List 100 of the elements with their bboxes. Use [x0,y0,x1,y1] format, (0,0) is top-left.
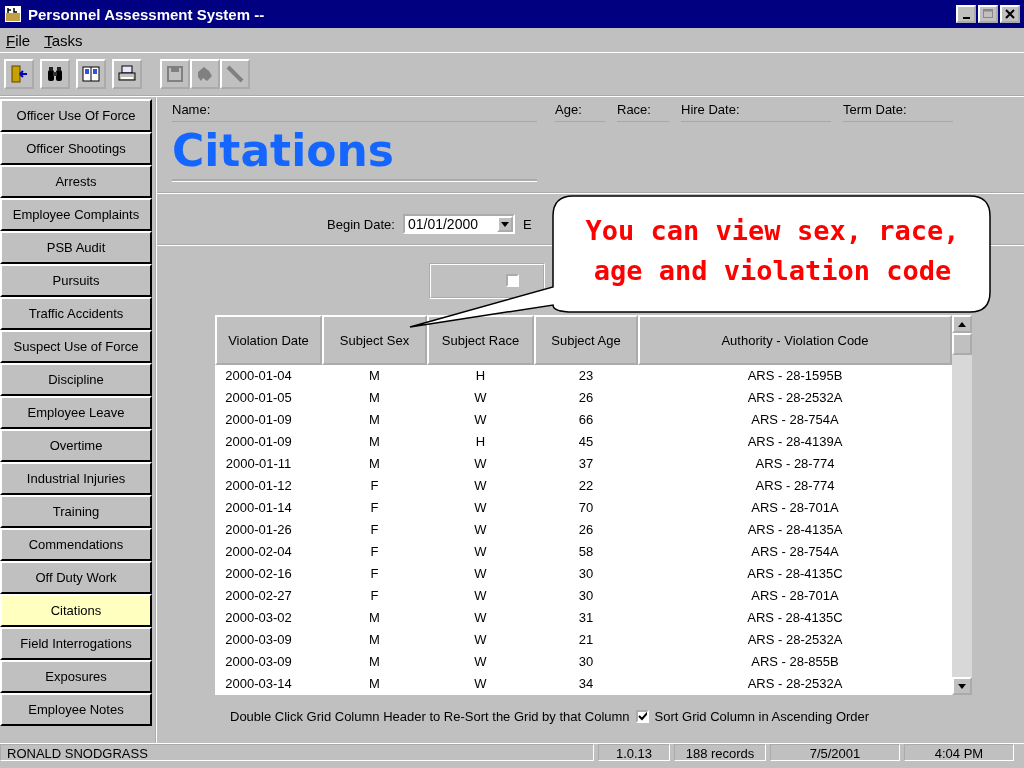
sidebar-button[interactable]: Employee Notes [0,693,152,726]
table-cell: H [427,431,534,453]
close-button[interactable] [1000,5,1020,23]
sidebar-button[interactable]: Training [0,495,152,528]
sidebar-button[interactable]: Exposures [0,660,152,693]
table-cell: ARS - 28-2532A [638,629,952,651]
sidebar-button[interactable]: Officer Use Of Force [0,99,152,132]
field-label: Name: [172,102,211,117]
status-panel: 4:04 PM [904,744,1014,761]
field-label: Race: [617,102,651,117]
sidebar-button[interactable]: Arrests [0,165,152,198]
sidebar-button[interactable]: Officer Shootings [0,132,152,165]
table-cell: ARS - 28-701A [638,585,952,607]
callout-text: You can view sex, race, age and violation code [584,214,961,288]
table-cell: ARS - 28-4135C [638,607,952,629]
table-cell: F [322,497,427,519]
menu-item[interactable]: File [6,31,31,49]
sidebar-button[interactable]: Traffic Accidents [0,297,152,330]
scroll-down-button[interactable] [952,677,972,695]
sidebar-button[interactable]: PSB Audit [0,231,152,264]
table-cell: M [322,409,427,431]
table-cell: M [322,387,427,409]
table-cell: 2000-01-26 [215,519,322,541]
sidebar-button[interactable]: Suspect Use of Force [0,330,152,363]
toolbar-button[interactable] [76,59,106,89]
scroll-thumb[interactable] [952,333,972,355]
status-panel: 7/5/2001 [770,744,900,761]
sort-hint-text: Double Click Grid Column Header to Re-Sort the Grid by that Column [230,709,630,724]
scroll-up-button[interactable] [952,315,972,333]
checkmark-icon [637,711,647,722]
sort-checkbox[interactable] [635,710,649,723]
column-header[interactable]: Authority - Violation Code [638,315,952,365]
sidebar-button[interactable]: Field Interrogations [0,627,152,660]
toolbar-button[interactable] [4,59,34,89]
sidebar-button[interactable]: Employee Complaints [0,198,152,231]
sidebar-button[interactable]: Pursuits [0,264,152,297]
column-header[interactable]: Subject Age [534,315,638,365]
printer-icon [117,64,137,84]
sidebar-button[interactable]: Discipline [0,363,152,396]
minimize-button[interactable] [956,5,976,23]
column-header[interactable]: Violation Date [215,315,322,365]
table-cell: ARS - 28-855B [638,651,952,673]
sidebar-button[interactable]: Overtime [0,429,152,462]
sidebar-button[interactable]: Off Duty Work [0,561,152,594]
table-cell: W [427,541,534,563]
table-cell: 30 [534,651,638,673]
toolbar-button[interactable] [40,59,70,89]
table-cell: ARS - 28-4139A [638,431,952,453]
table-cell: ARS - 28-4135A [638,519,952,541]
table-cell: M [322,651,427,673]
begin-date-label: Begin Date: [327,216,395,232]
table-cell: 31 [534,607,638,629]
table-cell: W [427,629,534,651]
field-label: Hire Date: [681,102,740,117]
table-cell: 23 [534,365,638,387]
status-panel: 188 records [674,744,766,761]
book-icon [81,64,101,84]
table-cell: 2000-02-27 [215,585,322,607]
table-cell: ARS - 28-2532A [638,387,952,409]
maximize-icon [983,9,993,19]
up-arrow-icon [958,321,966,327]
sidebar-button[interactable]: Employee Leave [0,396,152,429]
table-cell: F [322,585,427,607]
table-cell: W [427,387,534,409]
table-cell: ARS - 28-4135C [638,563,952,585]
table-cell: W [427,585,534,607]
table-cell: 26 [534,519,638,541]
table-cell: 26 [534,387,638,409]
end-date-label: E [522,216,532,232]
column-header[interactable]: Subject Sex [322,315,427,365]
table-cell: 30 [534,585,638,607]
table-cell: 45 [534,431,638,453]
table-cell: 2000-01-11 [215,453,322,475]
page-heading: Citations [172,124,395,178]
column-header[interactable]: Subject Race [427,315,534,365]
status-panel: RONALD SNODGRASS [0,744,594,761]
vertical-scrollbar[interactable] [952,315,972,695]
table-cell: 2000-01-14 [215,497,322,519]
sort-checkbox-label: Sort Grid Column in Ascending Order [654,709,870,724]
sidebar-button[interactable]: Industrial Injuries [0,462,152,495]
table-cell: M [322,673,427,695]
toolbar-button[interactable] [112,59,142,89]
sidebar-button[interactable]: Citations [0,594,152,627]
checkbox[interactable] [505,274,519,287]
table-cell: F [322,475,427,497]
table-cell: 70 [534,497,638,519]
table-cell: M [322,453,427,475]
table-cell: W [427,651,534,673]
menu-item[interactable]: Tasks [44,31,83,49]
begin-date-dropdown[interactable]: 01/01/2000 [402,214,515,234]
table-cell: 66 [534,409,638,431]
table-cell: ARS - 28-774 [638,475,952,497]
table-cell: W [427,563,534,585]
sidebar-button[interactable]: Commendations [0,528,152,561]
table-cell: 21 [534,629,638,651]
binoculars-icon [45,64,65,84]
table-cell: H [427,365,534,387]
table-cell: 30 [534,563,638,585]
table-cell: 2000-01-09 [215,431,322,453]
table-cell: ARS - 28-774 [638,453,952,475]
